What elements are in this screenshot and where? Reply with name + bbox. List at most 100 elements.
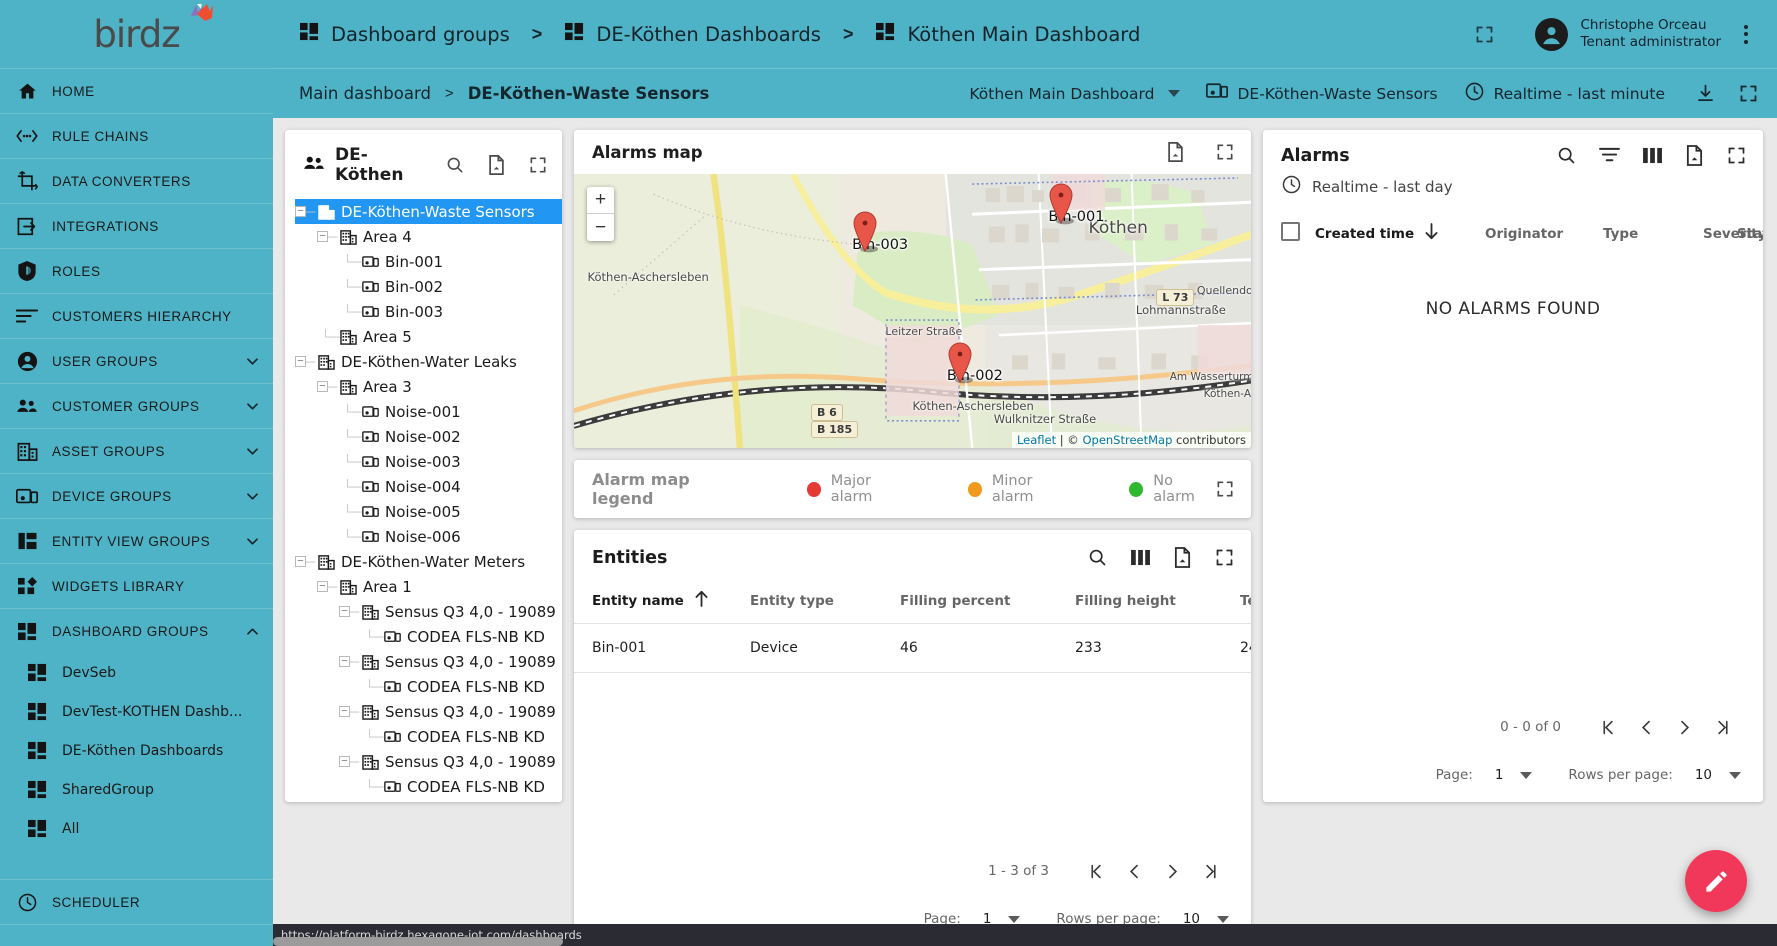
sidebar-item-rule-chains[interactable]: RULE CHAINS	[0, 113, 273, 158]
sidebar-item-home[interactable]: HOME	[0, 68, 273, 113]
select-all-checkbox[interactable]	[1281, 222, 1300, 241]
tree-node[interactable]: └─ Area 5	[295, 324, 562, 349]
column-header-1[interactable]: Entity type	[742, 580, 892, 624]
more-vert-icon[interactable]	[1733, 24, 1759, 44]
tree-node[interactable]: − ─ Area 1	[295, 574, 562, 599]
prev-page-icon[interactable]	[1627, 710, 1665, 744]
column-header-4[interactable]: Tempe	[1232, 580, 1251, 624]
column-header-0[interactable]: Created time	[1307, 212, 1477, 257]
tree-node[interactable]: − ─ Sensus Q3 4,0 - 19089	[295, 699, 562, 724]
sidebar-item-scheduler[interactable]: SCHEDULER	[0, 879, 273, 924]
tree-node[interactable]: − ─ Sensus Q3 4,0 - 19089	[295, 649, 562, 674]
search-icon[interactable]	[445, 155, 465, 175]
tree-node[interactable]: └─ Bin-003	[295, 299, 562, 324]
sort-asc-icon[interactable]	[694, 590, 709, 611]
chevron-up-icon[interactable]	[245, 624, 259, 638]
horizontal-scrollbar-thumb[interactable]	[273, 937, 563, 946]
tree-collapse-toggle[interactable]: −	[295, 206, 306, 217]
sidebar-item-dashboard-groups[interactable]: DASHBOARD GROUPS	[0, 608, 273, 653]
next-page-icon[interactable]	[1153, 854, 1191, 888]
download-dashboard-button[interactable]	[1695, 83, 1716, 104]
chevron-down-icon[interactable]	[245, 534, 259, 548]
tree-node[interactable]: − ─ Area 3	[295, 374, 562, 399]
export-file-icon[interactable]	[1173, 547, 1192, 568]
prev-page-icon[interactable]	[1115, 854, 1153, 888]
chevron-down-icon[interactable]	[245, 354, 259, 368]
leaflet-link[interactable]: Leaflet	[1017, 433, 1056, 447]
rows-per-page-select[interactable]: 10	[1695, 767, 1741, 783]
entity-alias-select[interactable]: DE-Köthen-Waste Sensors	[1206, 82, 1438, 105]
tree-collapse-toggle[interactable]: −	[295, 556, 306, 567]
sidebar-item-entity-view-groups[interactable]: ENTITY VIEW GROUPS	[0, 518, 273, 563]
fullscreen-icon[interactable]	[1474, 24, 1495, 45]
export-file-icon[interactable]	[487, 155, 506, 175]
column-header-3[interactable]: Filling height	[1067, 580, 1232, 624]
chevron-down-icon[interactable]	[245, 399, 259, 413]
tree-node[interactable]: └─ Bin-001	[295, 249, 562, 274]
sidebar-dashboard-group-0[interactable]: DevSeb	[0, 653, 273, 692]
brand-logo[interactable]: birdz	[0, 0, 273, 68]
first-page-icon[interactable]	[1589, 710, 1627, 744]
tree-node[interactable]: − ─ DE-Köthen-Water Meters	[295, 549, 562, 574]
table-row[interactable]: Bin-001Device4623324	[574, 623, 1251, 673]
tree-collapse-toggle[interactable]: −	[317, 231, 328, 242]
map-marker[interactable]: Bin-001	[1048, 183, 1104, 265]
map-zoom-controls[interactable]: + −	[587, 187, 614, 241]
fullscreen-icon[interactable]	[1726, 145, 1747, 166]
chevron-down-icon[interactable]	[245, 444, 259, 458]
edit-dashboard-fab[interactable]	[1685, 850, 1747, 912]
first-page-icon[interactable]	[1077, 854, 1115, 888]
tree-node[interactable]: └─ Noise-003	[295, 449, 562, 474]
tree-collapse-toggle[interactable]: −	[317, 381, 328, 392]
zoom-in-button[interactable]: +	[587, 187, 614, 214]
sidebar-dashboard-group-1[interactable]: DevTest-KOTHEN Dashb...	[0, 692, 273, 731]
osm-link[interactable]: OpenStreetMap	[1082, 433, 1172, 447]
columns-icon[interactable]	[1642, 147, 1663, 164]
sidebar-item-customer-groups[interactable]: CUSTOMER GROUPS	[0, 383, 273, 428]
tree-node[interactable]: └─ Noise-006	[295, 524, 562, 549]
columns-icon[interactable]	[1130, 549, 1151, 566]
fullscreen-icon[interactable]	[1215, 142, 1235, 162]
tree-node[interactable]: − ─ Area 4	[295, 224, 562, 249]
tree-node[interactable]: └─ CODEA FLS-NB KD	[295, 724, 562, 749]
column-header-0[interactable]: Entity name	[574, 580, 742, 624]
sidebar-dashboard-group-4[interactable]: All	[0, 809, 273, 848]
tree-node[interactable]: └─ CODEA FLS-NB KD	[295, 624, 562, 649]
last-page-icon[interactable]	[1191, 854, 1229, 888]
map-marker[interactable]: Bin-003	[852, 211, 908, 293]
export-file-icon[interactable]	[1166, 142, 1185, 162]
tree-node[interactable]: └─ Noise-004	[295, 474, 562, 499]
alarms-timewindow[interactable]: Realtime - last day	[1263, 166, 1763, 206]
tree-collapse-toggle[interactable]: −	[339, 656, 350, 667]
sidebar-item-customers-hierarchy[interactable]: CUSTOMERS HIERARCHY	[0, 293, 273, 338]
tree-collapse-toggle[interactable]: −	[295, 356, 306, 367]
column-header-2[interactable]: Type	[1595, 212, 1695, 257]
user-profile[interactable]: Christophe Orceau Tenant administrator	[1535, 17, 1721, 52]
tree-collapse-toggle[interactable]: −	[317, 581, 328, 592]
sidebar-item-user-groups[interactable]: USER GROUPS	[0, 338, 273, 383]
tree-node[interactable]: − ─ Sensus Q3 4,0 - 19089	[295, 599, 562, 624]
last-page-icon[interactable]	[1703, 710, 1741, 744]
breadcrumb-item-2[interactable]: Köthen Main Dashboard	[875, 22, 1140, 46]
tree-node[interactable]: └─ Noise-001	[295, 399, 562, 424]
sort-desc-icon[interactable]	[1424, 223, 1439, 244]
map-marker[interactable]: Bin-002	[947, 342, 1003, 424]
column-header-1[interactable]: Originator	[1477, 212, 1595, 257]
tree-node[interactable]: └─ Noise-005	[295, 499, 562, 524]
sidebar-item-integrations[interactable]: INTEGRATIONS	[0, 203, 273, 248]
column-header-2[interactable]: Filling percent	[892, 580, 1067, 624]
select-all-header[interactable]	[1263, 212, 1307, 257]
next-page-icon[interactable]	[1665, 710, 1703, 744]
fullscreen-icon[interactable]	[1215, 479, 1235, 499]
dashboard-breadcrumb-root[interactable]: Main dashboard	[299, 84, 431, 103]
tree-node[interactable]: └─ Bin-002	[295, 274, 562, 299]
tree-collapse-toggle[interactable]: −	[339, 606, 350, 617]
tree-node[interactable]: └─ CODEA FLS-NB KD	[295, 774, 562, 799]
tree-node[interactable]: − ─ DE-Köthen-Water Leaks	[295, 349, 562, 374]
dashboard-state-select[interactable]: Köthen Main Dashboard	[969, 85, 1181, 103]
zoom-out-button[interactable]: −	[587, 214, 614, 241]
tree-node[interactable]: └─ Noise-002	[295, 424, 562, 449]
sidebar-dashboard-group-3[interactable]: SharedGroup	[0, 770, 273, 809]
tree-collapse-toggle[interactable]: −	[339, 756, 350, 767]
fullscreen-icon[interactable]	[528, 155, 548, 175]
